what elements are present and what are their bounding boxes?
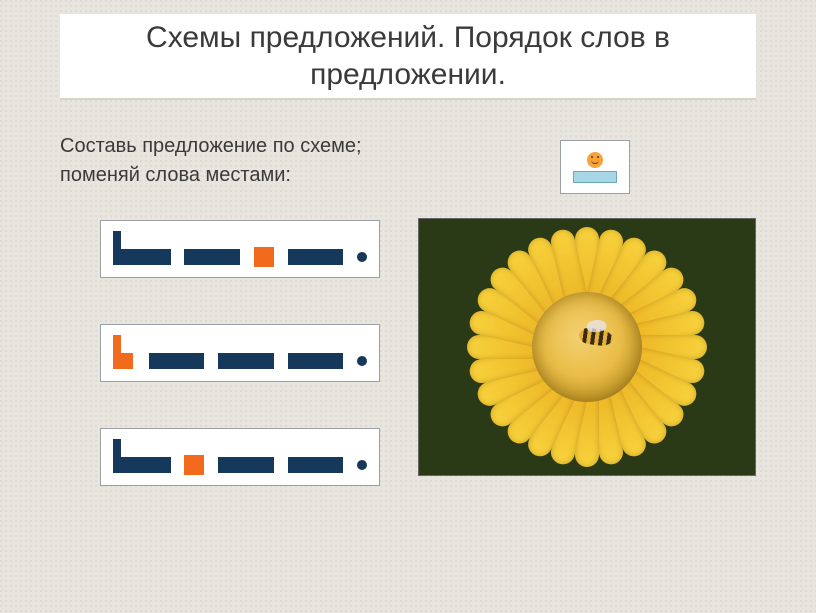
slide-title-box: Схемы предложений. Порядок слов в предло… [60, 14, 756, 100]
preposition-block [254, 247, 274, 267]
smiley-icon [587, 152, 603, 168]
preposition-block [184, 455, 204, 475]
smiley-base-bar [573, 171, 617, 183]
word-block [288, 249, 343, 265]
flower-bee-image [418, 218, 756, 476]
word-block [288, 353, 343, 369]
slide-title: Схемы предложений. Порядок слов в предло… [60, 19, 756, 94]
instructions: Составь предложение по схеме; поменяй сл… [60, 132, 362, 190]
period-dot [357, 460, 367, 470]
word-block [149, 353, 204, 369]
word-block [184, 249, 239, 265]
word-block [288, 457, 343, 473]
capital-word-block [113, 231, 170, 265]
sentence-scheme-2 [100, 324, 380, 382]
flower-center [532, 292, 642, 402]
period-dot [357, 356, 367, 366]
sentence-scheme-3 [100, 428, 380, 486]
period-dot [357, 252, 367, 262]
smiley-button[interactable] [560, 140, 630, 194]
capital-word-block [113, 439, 170, 473]
instruction-line-1: Составь предложение по схеме; [60, 132, 362, 161]
sentence-scheme-1 [100, 220, 380, 278]
word-block [218, 457, 273, 473]
word-block [218, 353, 273, 369]
instruction-line-2: поменяй слова местами: [60, 161, 362, 190]
capital-preposition-block [113, 335, 135, 369]
